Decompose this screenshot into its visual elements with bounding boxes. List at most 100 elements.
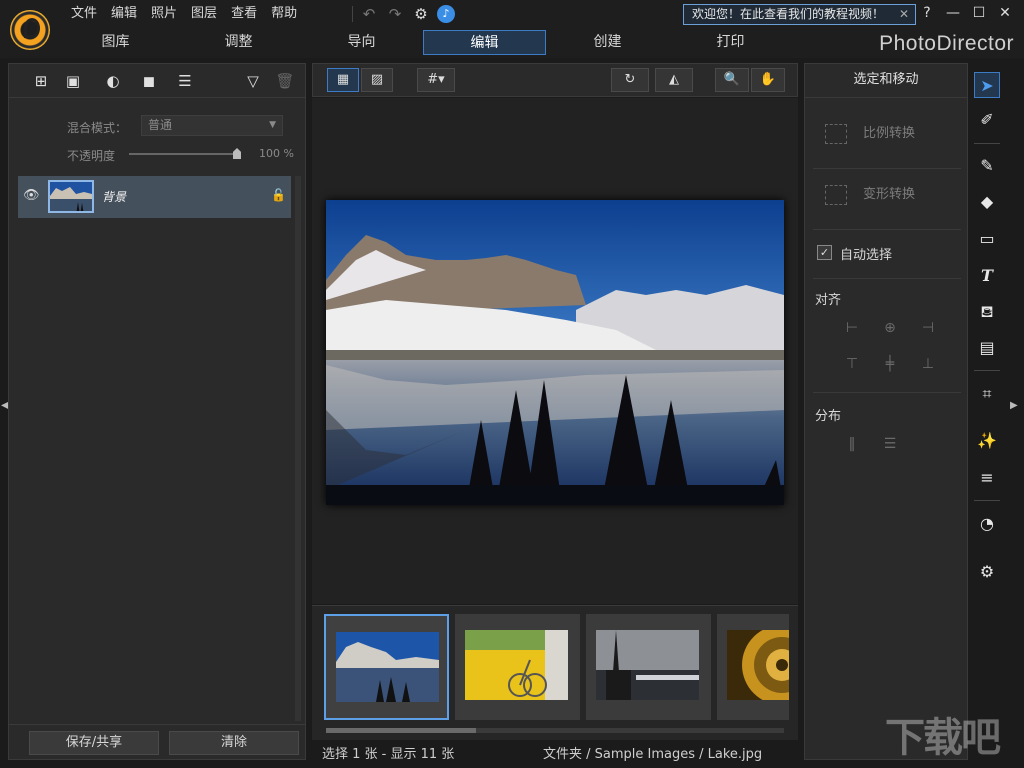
view-compare-icon[interactable]: ▨: [361, 68, 393, 92]
rectangle-tool-icon[interactable]: ▭: [974, 226, 1000, 252]
filmstrip: [312, 605, 798, 740]
select-move-tool-icon[interactable]: ➤: [974, 72, 1000, 98]
distribute-vertical-icon[interactable]: ☰: [881, 436, 899, 452]
layers-footer: 保存/共享 清除: [9, 724, 305, 759]
scale-transform-button[interactable]: 比例转换: [825, 122, 915, 144]
tab-adjust[interactable]: 调整: [177, 30, 300, 55]
delete-layer-icon[interactable]: 🗑: [273, 71, 297, 91]
view-single-icon[interactable]: ▦: [327, 68, 359, 92]
layers-toolbar: ⊞ ▣ ◐ ◼ ☰ ▽ 🗑: [9, 64, 305, 98]
save-share-button[interactable]: 保存/共享: [29, 731, 159, 755]
menu-photo[interactable]: 照片: [144, 5, 184, 23]
align-center-h-icon[interactable]: ⊕: [881, 320, 899, 336]
menu-layer[interactable]: 图层: [184, 5, 224, 23]
rotate-icon[interactable]: ↻: [611, 68, 649, 92]
align-right-icon[interactable]: ⊣: [919, 320, 937, 336]
grid-icon[interactable]: #▾: [417, 68, 455, 92]
magic-wand-tool-icon[interactable]: ✨: [974, 428, 1000, 454]
tab-guided[interactable]: 导向: [300, 30, 423, 55]
filmstrip-scrollbar[interactable]: [326, 728, 784, 733]
brush-tool-icon[interactable]: ✎: [974, 153, 1000, 179]
filter-icon[interactable]: ▽: [241, 71, 265, 91]
redo-icon[interactable]: ↷: [385, 5, 405, 23]
opacity-label: 不透明度: [67, 149, 116, 163]
collapse-left-panel-icon[interactable]: ◀: [1, 400, 9, 420]
tab-print[interactable]: 打印: [669, 30, 792, 55]
distribute-horizontal-icon[interactable]: ‖: [843, 436, 861, 452]
film-thumb-church[interactable]: [586, 614, 711, 720]
thumbnail-image: [465, 630, 568, 700]
tab-library[interactable]: 图库: [54, 30, 177, 55]
gradient-tool-icon[interactable]: ▤: [974, 335, 1000, 361]
flip-icon[interactable]: ◭: [655, 68, 693, 92]
opacity-slider-handle[interactable]: [233, 148, 241, 159]
opacity-slider-track[interactable]: [129, 153, 241, 155]
auto-select-checkbox[interactable]: ✓: [817, 245, 832, 260]
film-thumb-lake[interactable]: [324, 614, 449, 720]
pan-hand-icon[interactable]: ✋: [751, 68, 785, 92]
selection-status: 选择 1 张 - 显示 11 张: [322, 747, 455, 762]
align-middle-v-icon[interactable]: ╪: [881, 356, 899, 372]
scale-transform-icon: [825, 123, 847, 144]
tab-create[interactable]: 创建: [546, 30, 669, 55]
tab-edit[interactable]: 编辑: [423, 30, 546, 55]
text-tool-icon[interactable]: T: [974, 263, 1000, 289]
welcome-notification[interactable]: 欢迎您！在此查看我们的教程视频！ ✕: [683, 4, 916, 25]
eraser-tool-icon[interactable]: ◆: [974, 189, 1000, 215]
thumbnail-image: [596, 630, 699, 700]
menu-edit[interactable]: 编辑: [104, 5, 144, 23]
close-notification-icon[interactable]: ✕: [899, 5, 909, 24]
align-left-icon[interactable]: ⊢: [843, 320, 861, 336]
menu-view[interactable]: 查看: [224, 5, 264, 23]
mask-icon[interactable]: ◼: [137, 71, 161, 91]
menu-help[interactable]: 帮助: [264, 5, 304, 23]
undo-icon[interactable]: ↶: [359, 5, 379, 23]
minimize-button[interactable]: —: [940, 2, 966, 24]
help-button[interactable]: ?: [914, 2, 940, 24]
divider: [813, 229, 961, 230]
align-bottom-icon[interactable]: ⊥: [919, 356, 937, 372]
clear-button[interactable]: 清除: [169, 731, 299, 755]
effects-tool-icon[interactable]: ◔: [974, 511, 1000, 537]
collapse-right-panel-icon[interactable]: ▶: [1010, 400, 1018, 420]
maximize-button[interactable]: ☐: [966, 2, 992, 24]
tool-divider: [974, 143, 1000, 144]
layer-menu-icon[interactable]: ☰: [173, 71, 197, 91]
new-layer-icon[interactable]: ⊞: [29, 71, 53, 91]
settings-tool-icon[interactable]: ⚙: [974, 559, 1000, 585]
menu-file[interactable]: 文件: [64, 5, 104, 23]
add-image-layer-icon[interactable]: ▣: [61, 71, 85, 91]
layers-scrollbar[interactable]: [295, 176, 301, 721]
opacity-value: 100 %: [259, 147, 294, 160]
crop-tool-icon[interactable]: ⌗: [974, 381, 1000, 407]
notification-bell-icon[interactable]: ♪: [437, 5, 455, 23]
canvas-area[interactable]: [312, 98, 798, 604]
scale-transform-label: 比例转换: [863, 126, 916, 141]
close-window-button[interactable]: ✕: [992, 2, 1018, 24]
selection-brush-tool-icon[interactable]: ✐: [974, 107, 1000, 133]
fill-bucket-tool-icon[interactable]: ⛾: [974, 299, 1000, 325]
divider: [813, 278, 961, 279]
adjustment-layer-icon[interactable]: ◐: [101, 71, 125, 91]
align-top-icon[interactable]: ⊤: [843, 356, 861, 372]
main-photo[interactable]: [326, 200, 784, 505]
film-thumb-bicycle[interactable]: [455, 614, 580, 720]
layer-row-background[interactable]: 👁 背景 🔓: [18, 176, 291, 218]
blend-mode-select[interactable]: 普通 ▼: [141, 115, 283, 136]
chevron-down-icon: ▼: [269, 120, 276, 130]
menu-bar: 文件 编辑 照片 图层 查看 帮助: [64, 5, 304, 23]
lock-icon[interactable]: 🔓: [271, 188, 286, 204]
zoom-icon[interactable]: 🔍: [715, 68, 749, 92]
film-thumb-spiral[interactable]: [717, 614, 789, 720]
tool-divider: [974, 370, 1000, 371]
select-move-panel: 选定和移动 比例转换 变形转换 ✓ 自动选择 对齐 ⊢ ⊕ ⊣ ⊤ ╪ ⊥ 分布…: [804, 63, 968, 760]
auto-select-label: 自动选择: [840, 248, 893, 263]
settings-gear-icon[interactable]: ⚙: [411, 5, 431, 23]
watermark-logo: 下载吧: [885, 715, 1001, 761]
filmstrip-scroll-handle[interactable]: [326, 728, 476, 733]
layers-panel: ⊞ ▣ ◐ ◼ ☰ ▽ 🗑 混合模式： 普通 ▼ 不透明度 100 % 👁 背景…: [8, 63, 306, 760]
app-logo-icon[interactable]: [10, 10, 50, 50]
free-transform-button[interactable]: 变形转换: [825, 183, 915, 205]
adjustment-sliders-tool-icon[interactable]: ≡: [974, 465, 1000, 491]
eye-visibility-icon[interactable]: 👁: [23, 188, 40, 204]
